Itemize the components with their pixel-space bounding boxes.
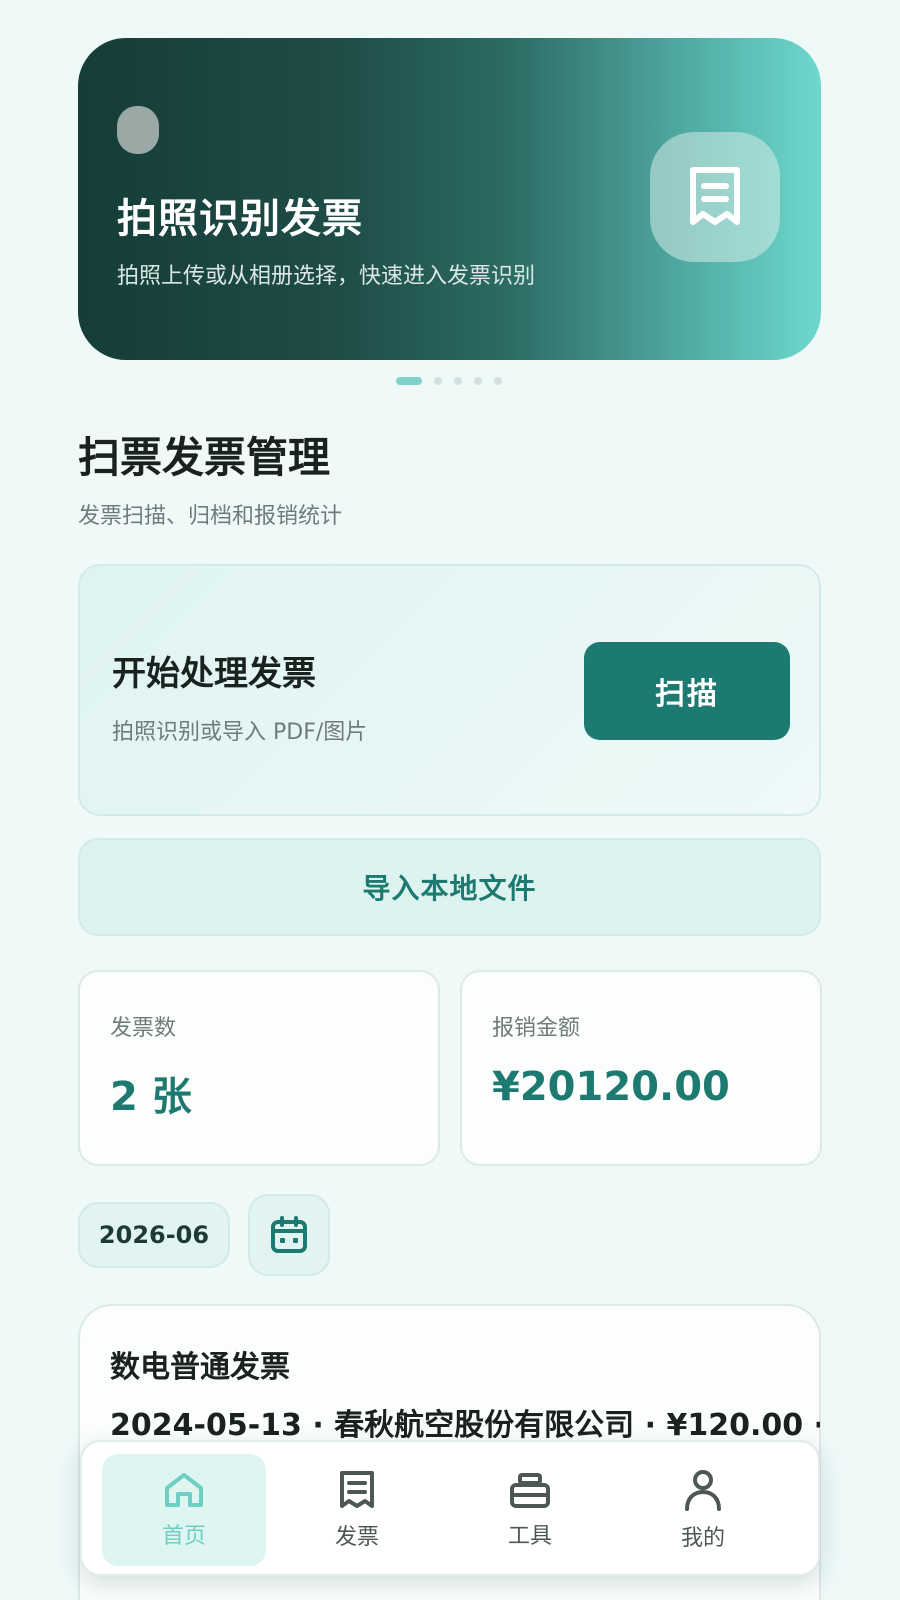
page-title: 扫票发票管理	[78, 433, 331, 482]
scan-button[interactable]: 扫描	[584, 642, 790, 740]
tab-profile-label: 我的	[680, 1526, 725, 1551]
tab-profile[interactable]: 我的	[621, 1454, 785, 1566]
page-subtitle: 发票扫描、归档和报销统计	[78, 504, 343, 529]
pager-dot[interactable]	[434, 377, 442, 385]
user-icon	[685, 1470, 721, 1511]
invoice-count-value: 2 张	[110, 1074, 192, 1120]
calendar-button[interactable]	[248, 1194, 330, 1276]
tab-tools-label: 工具	[507, 1524, 552, 1549]
calendar-icon	[271, 1216, 307, 1253]
month-selector[interactable]: 2026-06	[78, 1202, 230, 1268]
start-card-title: 开始处理发票	[112, 654, 316, 694]
invoice-meta: 2024-05-13 · 春秋航空股份有限公司 · ¥120.00 ·	[110, 1408, 820, 1443]
banner-decoration	[117, 106, 159, 154]
start-processing-card: 开始处理发票 拍照识别或导入 PDF/图片 扫描	[78, 564, 821, 816]
home-icon	[165, 1473, 203, 1507]
reimbursement-amount-value: ¥20120.00	[492, 1064, 730, 1110]
banner-icon-container	[650, 132, 780, 262]
reimbursement-amount-label: 报销金额	[492, 1016, 581, 1041]
bottom-tab-bar: 首页 发票 工具 我的	[80, 1440, 820, 1576]
tab-home-label: 首页	[161, 1524, 206, 1549]
banner-subtitle: 拍照上传或从相册选择，快速进入发票识别	[117, 264, 536, 289]
start-card-subtitle: 拍照识别或导入 PDF/图片	[112, 720, 368, 745]
import-local-file-button[interactable]: 导入本地文件	[78, 838, 821, 936]
receipt-icon	[340, 1471, 374, 1508]
banner-title: 拍照识别发票	[117, 196, 363, 242]
tab-home[interactable]: 首页	[102, 1454, 266, 1566]
invoice-type: 数电普通发票	[110, 1350, 290, 1385]
reimbursement-amount-card: 报销金额 ¥20120.00	[460, 970, 822, 1166]
tab-tools[interactable]: 工具	[448, 1454, 612, 1566]
tab-invoices[interactable]: 发票	[275, 1454, 439, 1566]
pager-dot[interactable]	[454, 377, 462, 385]
pager-dot[interactable]	[474, 377, 482, 385]
invoice-count-card: 发票数 2 张	[78, 970, 440, 1166]
invoice-count-label: 发票数	[110, 1016, 177, 1041]
receipt-icon	[690, 167, 740, 225]
toolbox-icon	[510, 1473, 550, 1508]
banner-pager	[396, 376, 502, 386]
tab-invoices-label: 发票	[334, 1525, 379, 1550]
banner-card[interactable]: 拍照识别发票 拍照上传或从相册选择，快速进入发票识别	[78, 38, 821, 360]
pager-dot-active[interactable]	[396, 377, 422, 385]
pager-dot[interactable]	[494, 377, 502, 385]
